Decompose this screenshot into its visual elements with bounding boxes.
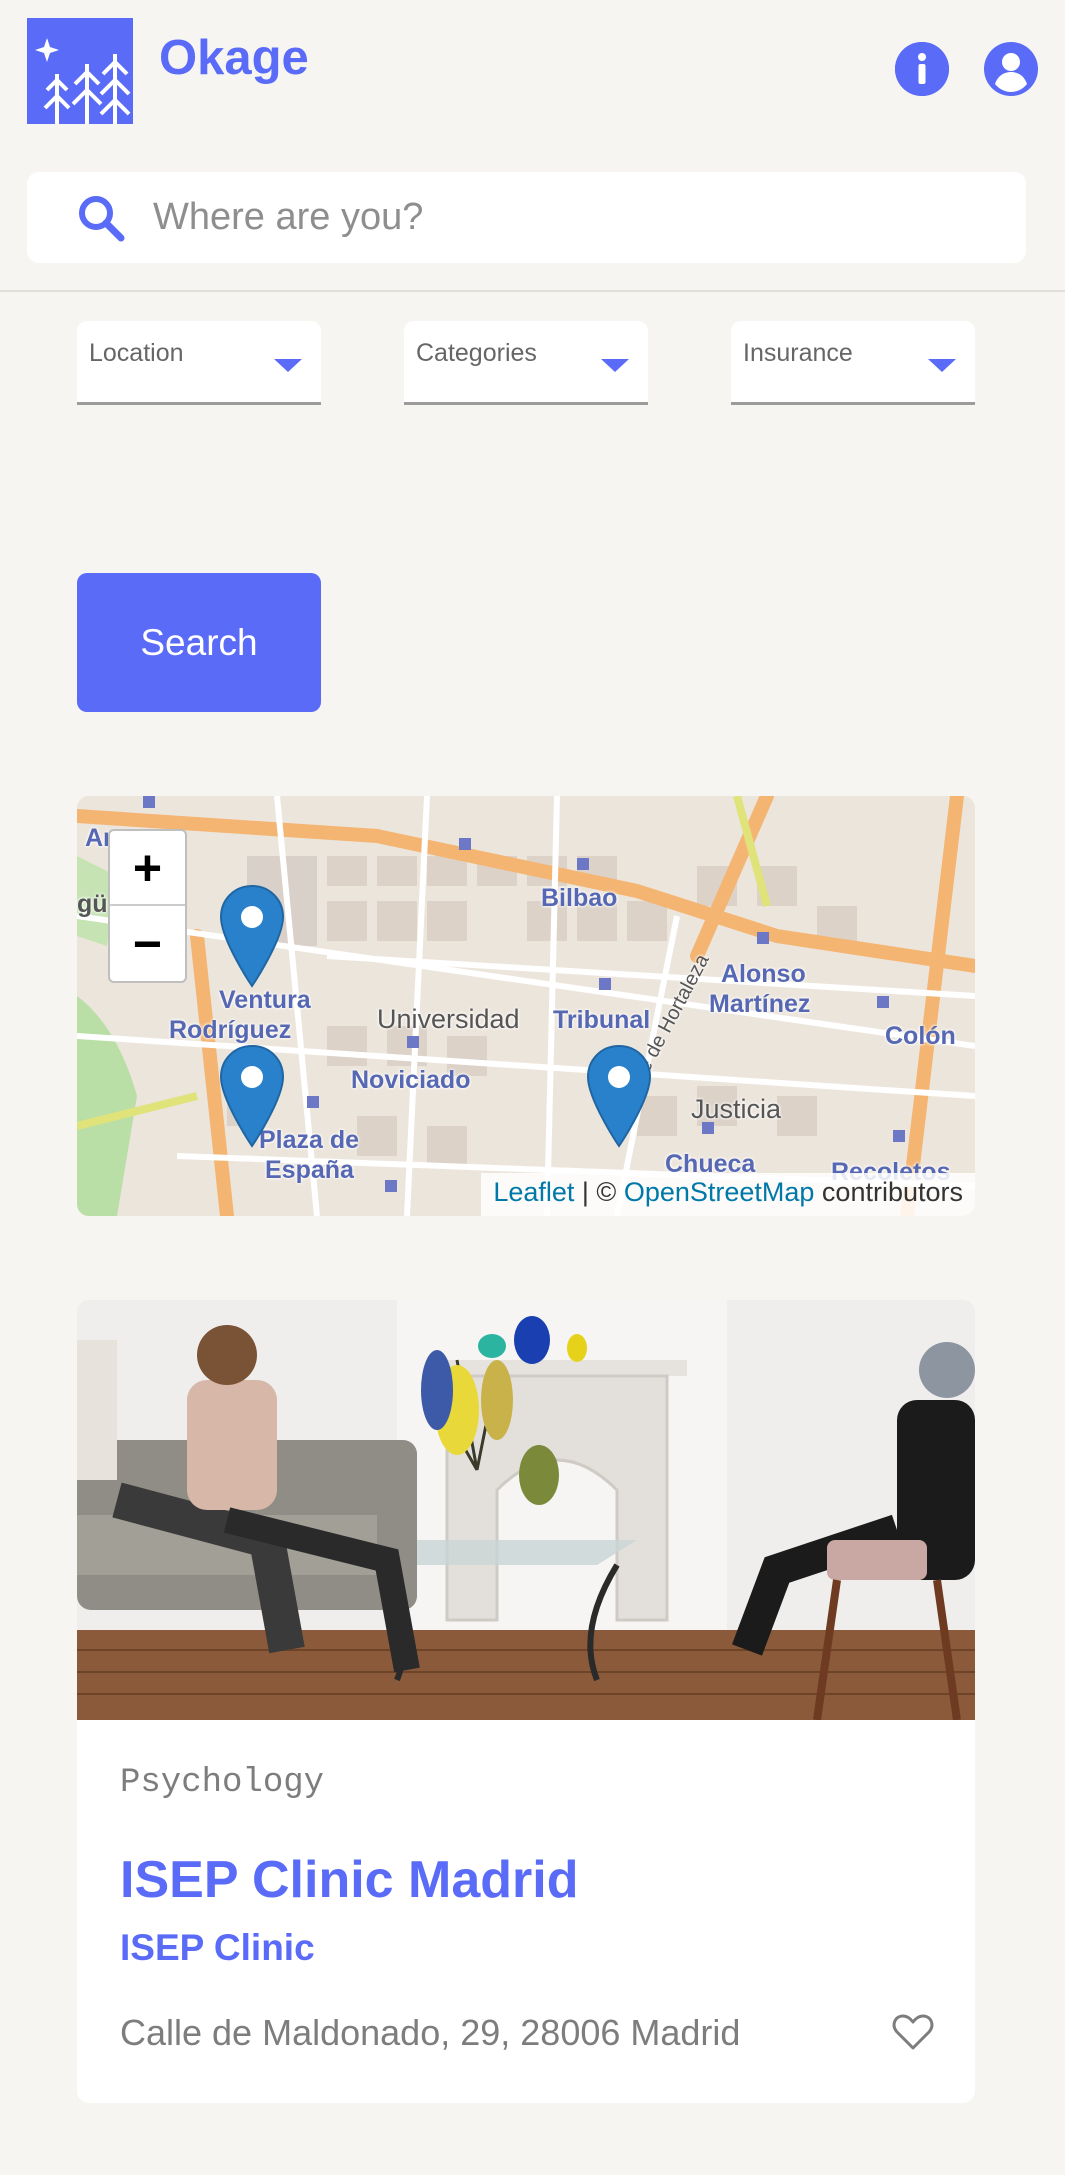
attribution-suffix: contributors [814, 1177, 963, 1207]
clinic-photo [77, 1300, 975, 1720]
map-label: Noviciado [351, 1066, 471, 1094]
categories-select-label: Categories [416, 339, 537, 367]
caret-down-icon [601, 359, 629, 372]
map-label: España [265, 1156, 354, 1184]
map-marker-icon[interactable] [586, 1044, 652, 1148]
map-tiles[interactable] [77, 796, 975, 1216]
map-marker-icon[interactable] [219, 884, 285, 988]
openstreetmap-link[interactable]: OpenStreetMap [624, 1177, 815, 1207]
info-icon [895, 42, 949, 96]
location-select[interactable]: Location [77, 321, 321, 405]
clinic-category: Psychology [120, 1764, 325, 1802]
map-marker-icon[interactable] [219, 1044, 285, 1148]
map-label: Colón [885, 1022, 956, 1050]
zoom-in-button[interactable]: + [110, 831, 185, 906]
heart-outline-icon[interactable] [892, 2013, 934, 2051]
map-label: Bilbao [541, 884, 618, 912]
search-bar [27, 172, 1026, 263]
map-label: Alonso [721, 960, 806, 988]
logo[interactable] [27, 18, 133, 124]
map-label: Justicia [691, 1094, 782, 1124]
map-label: Universidad [377, 1004, 520, 1034]
map[interactable]: Ar es gü Bilbao Ventura Rodríguez Univer… [77, 796, 975, 1216]
insurance-select-label: Insurance [743, 339, 853, 367]
search-input[interactable] [153, 186, 993, 248]
map-label: Martínez [709, 990, 811, 1018]
caret-down-icon [274, 359, 302, 372]
search-button[interactable]: Search [77, 573, 321, 712]
categories-select[interactable]: Categories [404, 321, 648, 405]
account-icon [984, 42, 1038, 96]
leaflet-link[interactable]: Leaflet [493, 1177, 574, 1207]
app-header: Okage [0, 0, 1065, 292]
map-label: Tribunal [553, 1006, 651, 1034]
attribution-separator: | © [574, 1177, 624, 1207]
clinic-name[interactable]: ISEP Clinic Madrid [120, 1850, 578, 1910]
insurance-select[interactable]: Insurance [731, 321, 975, 405]
location-select-label: Location [89, 339, 184, 367]
search-icon[interactable] [75, 192, 127, 244]
clinic-card[interactable]: Psychology ISEP Clinic Madrid ISEP Clini… [77, 1300, 975, 2103]
map-attribution: Leaflet | © OpenStreetMap contributors [481, 1173, 975, 1216]
forest-stars-icon [27, 18, 133, 124]
map-label: Ventura [219, 986, 311, 1014]
map-label: Rodríguez [169, 1016, 292, 1044]
account-button[interactable] [984, 42, 1038, 96]
clinic-organization: ISEP Clinic [120, 1927, 315, 1968]
zoom-out-button[interactable]: − [110, 906, 185, 981]
caret-down-icon [928, 359, 956, 372]
brand-name[interactable]: Okage [159, 30, 309, 86]
info-button[interactable] [895, 42, 949, 96]
map-label: gü [77, 890, 108, 918]
zoom-control: + − [108, 829, 187, 983]
clinic-address: Calle de Maldonado, 29, 28006 Madrid [120, 2012, 741, 2053]
